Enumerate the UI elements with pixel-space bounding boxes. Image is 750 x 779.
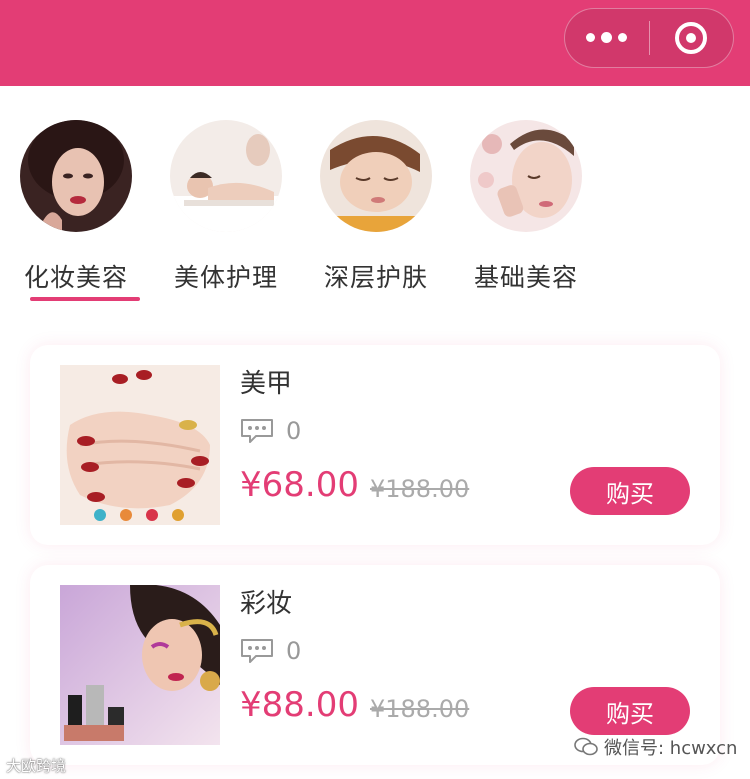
category-label: 基础美容 bbox=[473, 263, 578, 292]
comment-icon bbox=[241, 639, 273, 663]
product-name: 彩妆 bbox=[240, 589, 293, 619]
product-original-price: ¥188.00 bbox=[370, 475, 470, 503]
buy-button[interactable]: 购买 bbox=[570, 467, 690, 515]
more-button[interactable] bbox=[565, 8, 649, 68]
category-image-basic-beauty bbox=[470, 120, 582, 232]
category-deep-skincare[interactable]: 深层护肤 bbox=[310, 120, 432, 300]
target-close-icon bbox=[675, 22, 708, 54]
category-basic-beauty[interactable]: 基础美容 bbox=[460, 120, 582, 300]
comment-count-row: 0 bbox=[240, 637, 301, 665]
category-image-body-care bbox=[170, 120, 282, 232]
category-label: 化妆美容 bbox=[23, 263, 128, 292]
category-makeup-beauty[interactable]: 化妆美容 bbox=[10, 120, 140, 301]
product-card[interactable]: 美甲 0 ¥68.00 ¥188.00 购买 bbox=[30, 345, 720, 545]
category-body-care[interactable]: 美体护理 bbox=[160, 120, 282, 300]
comment-count: 0 bbox=[286, 417, 302, 445]
comment-count-row: 0 bbox=[240, 417, 301, 445]
mini-program-capsule bbox=[564, 8, 734, 68]
watermark-left: 大欧跨境 bbox=[6, 757, 67, 775]
product-price: ¥68.00 bbox=[240, 465, 359, 505]
category-image-makeup bbox=[20, 120, 132, 232]
product-image-manicure bbox=[60, 365, 220, 525]
active-category-indicator bbox=[30, 297, 140, 301]
wechat-icon bbox=[574, 737, 598, 756]
product-original-price: ¥188.00 bbox=[370, 695, 470, 723]
buy-button[interactable]: 购买 bbox=[570, 687, 690, 735]
product-name: 美甲 bbox=[240, 369, 293, 399]
watermark-right: 微信号: hcwxcn bbox=[574, 734, 737, 760]
product-image-cosmetics bbox=[60, 585, 220, 745]
category-label: 深层护肤 bbox=[323, 263, 428, 292]
top-bar bbox=[0, 0, 750, 86]
category-image-deep-skincare bbox=[320, 120, 432, 232]
comment-icon bbox=[241, 419, 273, 443]
product-price: ¥88.00 bbox=[240, 685, 359, 725]
close-button[interactable] bbox=[650, 8, 734, 68]
comment-count: 0 bbox=[286, 637, 302, 665]
more-dots-icon bbox=[586, 32, 628, 43]
category-label: 美体护理 bbox=[173, 263, 278, 292]
watermark-right-text: 微信号: hcwxcn bbox=[604, 738, 738, 759]
